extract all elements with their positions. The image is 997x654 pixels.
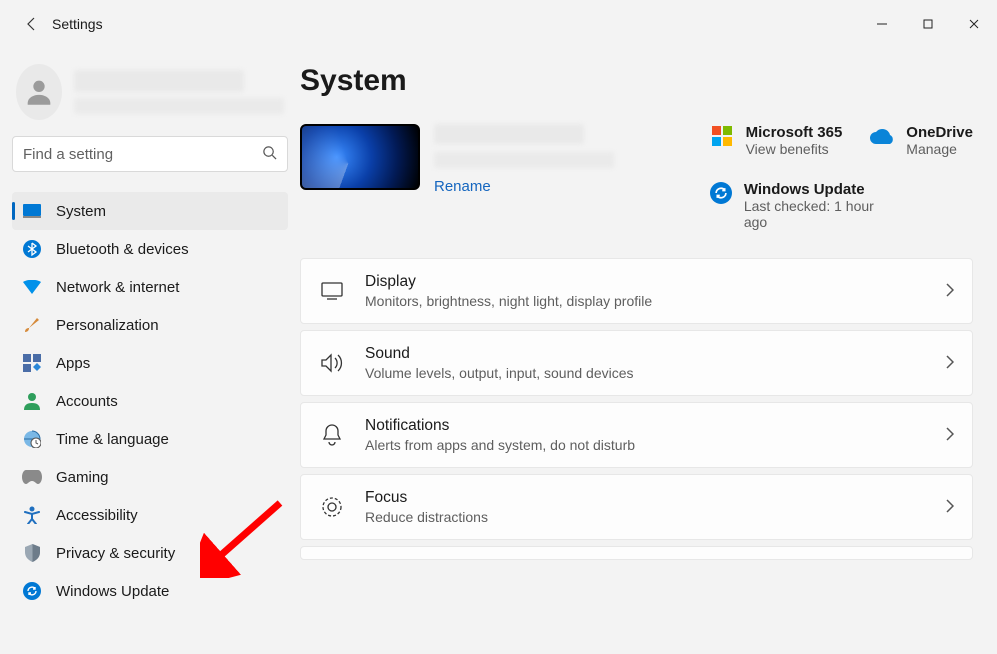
nav-list: System Bluetooth & devices Network & int… (12, 192, 288, 610)
profile-email (74, 98, 284, 114)
card-sub: Volume levels, output, input, sound devi… (365, 365, 926, 381)
sidebar-item-label: Accessibility (56, 507, 138, 524)
close-button[interactable] (951, 8, 997, 40)
card-sub: Monitors, brightness, night light, displ… (365, 293, 926, 309)
device-model (434, 152, 614, 168)
card-focus[interactable]: Focus Reduce distractions (300, 474, 973, 540)
sidebar-item-gaming[interactable]: Gaming (12, 458, 288, 496)
display-icon (22, 201, 42, 221)
cloud-icon (870, 124, 894, 148)
sidebar-item-personalization[interactable]: Personalization (12, 306, 288, 344)
search-icon (262, 145, 277, 163)
sidebar-item-label: Network & internet (56, 279, 179, 296)
profile-name (74, 70, 244, 92)
person-icon (22, 391, 42, 411)
promo-sub: View benefits (746, 141, 843, 157)
update-icon (22, 581, 42, 601)
chevron-right-icon (946, 283, 954, 300)
promo-windows-update[interactable]: Windows Update Last checked: 1 hour ago (710, 181, 890, 230)
sidebar-item-label: System (56, 203, 106, 220)
sidebar-item-label: Bluetooth & devices (56, 241, 189, 258)
rename-link[interactable]: Rename (434, 178, 614, 195)
card-sound[interactable]: Sound Volume levels, output, input, soun… (300, 330, 973, 396)
page-title: System (300, 64, 973, 98)
chevron-right-icon (946, 499, 954, 516)
promo-m365[interactable]: Microsoft 365 View benefits (710, 124, 843, 157)
sidebar-item-privacy[interactable]: Privacy & security (12, 534, 288, 572)
update-icon (710, 181, 732, 205)
bell-icon (319, 424, 345, 446)
sidebar-item-network[interactable]: Network & internet (12, 268, 288, 306)
bluetooth-icon (22, 239, 42, 259)
main-content: System Rename Microsoft 365 View b (300, 48, 997, 654)
sidebar-item-apps[interactable]: Apps (12, 344, 288, 382)
card-title: Notifications (365, 417, 926, 435)
microsoft-icon (710, 124, 734, 148)
sidebar-item-system[interactable]: System (12, 192, 288, 230)
card-title: Focus (365, 489, 926, 507)
sidebar-item-label: Windows Update (56, 583, 169, 600)
sidebar-item-accounts[interactable]: Accounts (12, 382, 288, 420)
card-sub: Alerts from apps and system, do not dist… (365, 437, 926, 453)
minimize-button[interactable] (859, 8, 905, 40)
profile-block[interactable] (12, 60, 288, 136)
promo-onedrive[interactable]: OneDrive Manage (870, 124, 973, 157)
sidebar-item-label: Privacy & security (56, 545, 175, 562)
sidebar-item-label: Accounts (56, 393, 118, 410)
search-box[interactable] (12, 136, 288, 172)
sidebar-item-label: Gaming (56, 469, 109, 486)
card-notifications[interactable]: Notifications Alerts from apps and syste… (300, 402, 973, 468)
promo-title: Microsoft 365 (746, 124, 843, 141)
focus-icon (319, 496, 345, 518)
promo-title: OneDrive (906, 124, 973, 141)
settings-card-list: Display Monitors, brightness, night ligh… (300, 258, 973, 560)
hero-row: Rename Microsoft 365 View benefits (300, 124, 973, 230)
device-name (434, 124, 584, 144)
avatar (16, 64, 62, 120)
shield-icon (22, 543, 42, 563)
promo-sub: Manage (906, 141, 973, 157)
card-display[interactable]: Display Monitors, brightness, night ligh… (300, 258, 973, 324)
apps-icon (22, 353, 42, 373)
sidebar-item-label: Personalization (56, 317, 159, 334)
sidebar-item-accessibility[interactable]: Accessibility (12, 496, 288, 534)
card-partial[interactable] (300, 546, 973, 560)
sidebar-item-windows-update[interactable]: Windows Update (12, 572, 288, 610)
titlebar: Settings (0, 0, 997, 48)
chevron-right-icon (946, 355, 954, 372)
device-thumbnail[interactable] (300, 124, 420, 190)
gamepad-icon (22, 467, 42, 487)
search-input[interactable] (23, 146, 262, 163)
sidebar: System Bluetooth & devices Network & int… (0, 48, 300, 654)
accessibility-icon (22, 505, 42, 525)
card-sub: Reduce distractions (365, 509, 926, 525)
speaker-icon (319, 353, 345, 373)
sidebar-item-label: Time & language (56, 431, 169, 448)
card-title: Sound (365, 345, 926, 363)
promo-title: Windows Update (744, 181, 890, 198)
sidebar-item-time[interactable]: Time & language (12, 420, 288, 458)
window-title: Settings (52, 16, 103, 32)
maximize-button[interactable] (905, 8, 951, 40)
globe-clock-icon (22, 429, 42, 449)
sidebar-item-label: Apps (56, 355, 90, 372)
promo-sub: Last checked: 1 hour ago (744, 198, 890, 230)
brush-icon (22, 315, 42, 335)
card-title: Display (365, 273, 926, 291)
sidebar-item-bluetooth[interactable]: Bluetooth & devices (12, 230, 288, 268)
wifi-icon (22, 277, 42, 297)
chevron-right-icon (946, 427, 954, 444)
monitor-icon (319, 282, 345, 300)
back-button[interactable] (16, 16, 48, 32)
